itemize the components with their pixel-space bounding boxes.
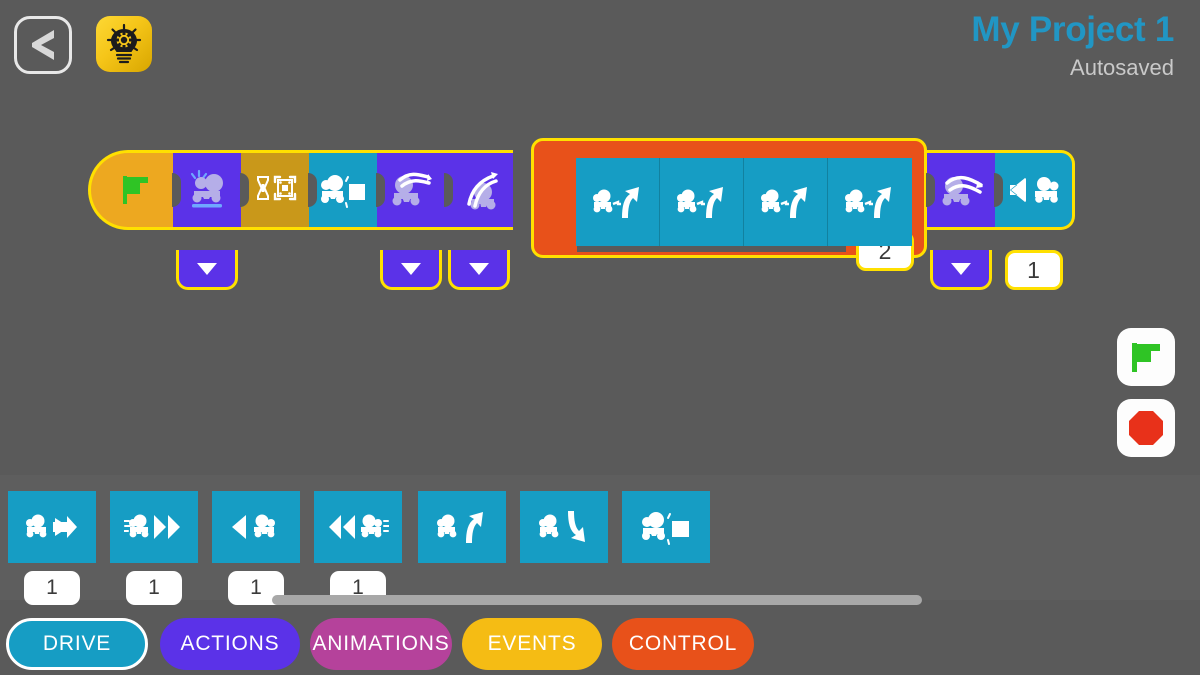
- chevron-left-icon: [32, 30, 54, 60]
- block-wait-until-object[interactable]: [240, 150, 309, 230]
- turn-curve-icon: [676, 187, 723, 218]
- dropdown-animation-2[interactable]: [448, 250, 510, 290]
- notch-left: [926, 173, 935, 207]
- tab-events[interactable]: EVENTS: [462, 618, 602, 670]
- drive-backward-fast-icon: [329, 514, 389, 539]
- block-play-animation-3[interactable]: [926, 150, 995, 290]
- notch-left: [376, 173, 385, 207]
- drive-until-object-icon: [642, 512, 689, 545]
- app-root: My Project 1 Autosaved 2 1 1 1 1 1 DRIVE…: [0, 0, 1200, 675]
- lightbulb-gear-icon: [106, 23, 142, 64]
- top-bar: My Project 1 Autosaved: [0, 0, 1200, 95]
- block-drive-until-object[interactable]: [308, 150, 377, 230]
- robot-animation-icon: [392, 172, 432, 206]
- chevron-down-icon: [197, 262, 217, 275]
- green-flag-icon: [122, 176, 148, 204]
- palette-input-drive-forward[interactable]: 1: [24, 571, 80, 605]
- save-status: Autosaved: [1070, 55, 1174, 80]
- chevron-down-icon: [469, 262, 489, 275]
- palette-block-turn-left[interactable]: [418, 491, 506, 563]
- block-drive-backward[interactable]: 1: [994, 150, 1075, 290]
- tab-animations[interactable]: ANIMATIONS: [310, 618, 452, 670]
- dropdown-animation[interactable]: [380, 250, 442, 290]
- notch-left: [240, 173, 249, 207]
- drive-forward-fast-icon: [124, 514, 180, 539]
- green-flag-icon: [1132, 343, 1160, 372]
- notch-left: [444, 173, 453, 207]
- turn-curve-icon: [760, 187, 807, 218]
- settings-button[interactable]: [96, 16, 152, 72]
- block-turn-1[interactable]: [576, 158, 660, 246]
- drive-backward-icon: [1009, 177, 1058, 203]
- robot-animation-2-icon: [942, 175, 983, 206]
- block-turn-4[interactable]: [828, 158, 912, 246]
- block-play-animation-2[interactable]: [444, 150, 513, 290]
- block-palette[interactable]: 1 1 1 1: [0, 475, 1200, 605]
- block-play-animation[interactable]: [376, 150, 445, 290]
- tab-control[interactable]: CONTROL: [612, 618, 754, 670]
- palette-block-drive-forward[interactable]: 1: [8, 491, 96, 605]
- block-when-started[interactable]: [88, 150, 178, 230]
- chevron-down-icon: [401, 262, 421, 275]
- page-title: My Project 1: [971, 10, 1174, 49]
- notch-left: [172, 173, 181, 207]
- palette-block-drive-backward-fast[interactable]: 1: [314, 491, 402, 605]
- drive-backward-distance-input[interactable]: 1: [1004, 250, 1063, 290]
- block-set-light[interactable]: [172, 150, 241, 290]
- tab-drive[interactable]: DRIVE: [6, 618, 148, 670]
- palette-input-drive-forward-fast[interactable]: 1: [126, 571, 182, 605]
- tab-actions[interactable]: ACTIONS: [160, 618, 300, 670]
- block-turn-2[interactable]: [660, 158, 744, 246]
- palette-block-drive-backward[interactable]: 1: [212, 491, 300, 605]
- notch-left: [994, 173, 1003, 207]
- wait-detect-icon: [257, 175, 297, 201]
- block-turn-3[interactable]: [744, 158, 828, 246]
- turn-curve-icon: [592, 187, 639, 218]
- drive-backward-icon: [232, 514, 275, 539]
- palette-block-drive-until-object[interactable]: [622, 491, 710, 563]
- chevron-down-icon: [951, 262, 971, 275]
- robot-glow-icon: [190, 169, 223, 208]
- drive-forward-icon: [26, 514, 77, 538]
- palette-block-turn-right[interactable]: [520, 491, 608, 563]
- turn-right-icon: [539, 511, 585, 542]
- turn-curve-icon: [845, 187, 891, 218]
- notch-left: [308, 173, 317, 207]
- start-button[interactable]: [1117, 328, 1175, 386]
- dropdown-light-color[interactable]: [176, 250, 238, 290]
- robot-arm-animation-icon: [467, 172, 498, 210]
- palette-scrollbar-thumb[interactable]: [272, 595, 922, 605]
- drive-until-object-icon: [321, 175, 365, 208]
- dropdown-animation-3[interactable]: [930, 250, 992, 290]
- palette-block-drive-forward-fast[interactable]: 1: [110, 491, 198, 605]
- stop-button[interactable]: [1117, 399, 1175, 457]
- turn-left-icon: [437, 512, 483, 543]
- workspace-canvas[interactable]: 2 1: [0, 95, 1200, 475]
- category-tab-bar: DRIVE ACTIONS ANIMATIONS EVENTS CONTROL: [0, 614, 1200, 675]
- back-button[interactable]: [14, 16, 72, 74]
- stop-octagon-icon: [1129, 411, 1163, 445]
